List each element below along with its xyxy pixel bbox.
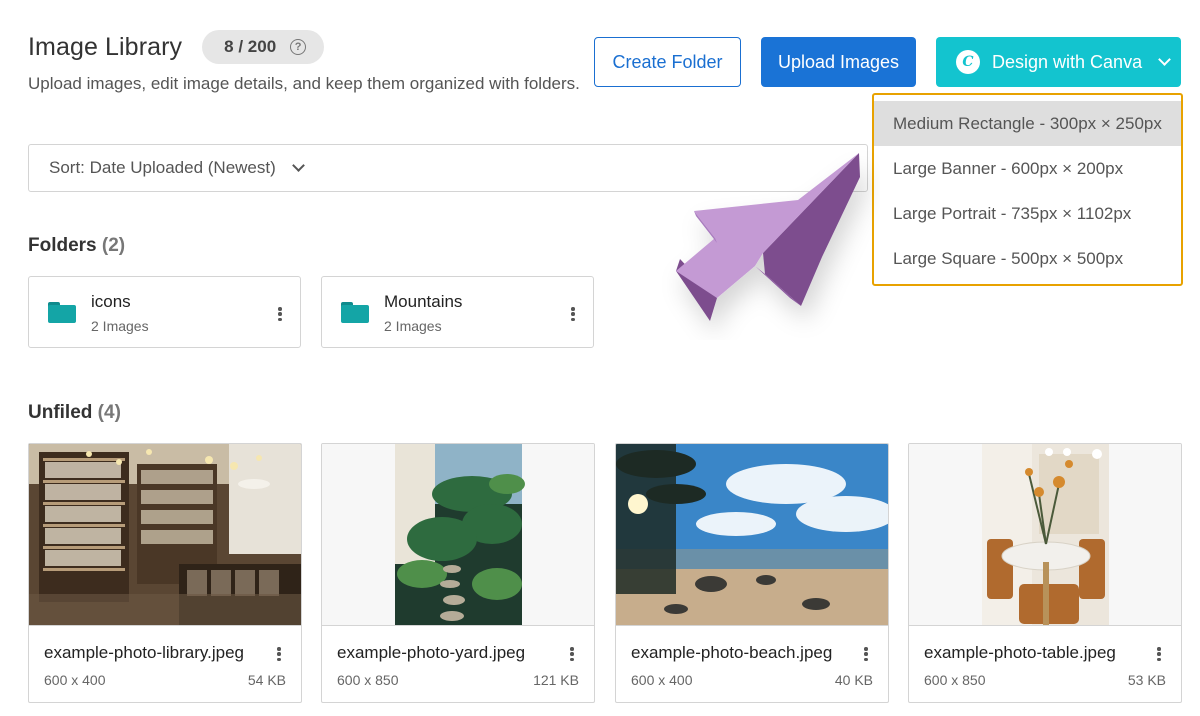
image-card[interactable]: example-photo-yard.jpeg 600 x 850 121 KB xyxy=(321,443,595,703)
image-dimensions: 600 x 850 xyxy=(337,672,399,688)
chevron-down-icon xyxy=(291,159,305,172)
image-filesize: 54 KB xyxy=(247,672,286,688)
image-card[interactable]: example-photo-beach.jpeg 600 x 400 40 KB xyxy=(615,443,889,703)
create-folder-button[interactable]: Create Folder xyxy=(594,37,741,87)
design-with-canva-button[interactable]: C Design with Canva xyxy=(936,37,1181,87)
folder-image-count: 2 Images xyxy=(91,318,149,334)
more-options-icon[interactable] xyxy=(566,645,578,663)
page-subtitle: Upload images, edit image details, and k… xyxy=(28,74,580,93)
image-count-text: 8 / 200 xyxy=(224,37,277,56)
image-card[interactable]: example-photo-table.jpeg 600 x 850 53 KB xyxy=(908,443,1182,703)
menu-item-medium-rectangle[interactable]: Medium Rectangle - 300px × 250px xyxy=(874,101,1181,146)
page-title: Image Library xyxy=(28,32,183,61)
image-filesize: 53 KB xyxy=(1127,672,1166,688)
image-thumbnail[interactable] xyxy=(909,444,1181,626)
folder-icon xyxy=(48,302,76,323)
image-thumbnail[interactable] xyxy=(29,444,301,626)
page-header: Image Library 8 / 200 ? Upload images, e… xyxy=(28,30,580,94)
image-thumbnail[interactable] xyxy=(322,444,594,626)
image-dimensions: 600 x 850 xyxy=(924,672,986,688)
table-photo xyxy=(909,444,1181,625)
image-thumbnail[interactable] xyxy=(616,444,888,626)
more-options-icon[interactable] xyxy=(273,645,285,663)
folder-icon xyxy=(341,302,369,323)
menu-item-large-banner[interactable]: Large Banner - 600px × 200px xyxy=(874,146,1181,191)
pointer-arrow-icon xyxy=(676,153,860,321)
canva-logo-icon: C xyxy=(956,50,980,74)
title-row: Image Library 8 / 200 ? xyxy=(28,30,580,64)
yard-photo xyxy=(322,444,594,625)
folders-heading: Folders (2) xyxy=(28,235,125,257)
folder-card-icons[interactable]: icons 2 Images xyxy=(28,276,301,348)
image-filename: example-photo-library.jpeg xyxy=(44,643,245,662)
image-filesize: 121 KB xyxy=(533,672,579,688)
unfiled-heading: Unfiled (4) xyxy=(28,402,121,424)
folder-card-mountains[interactable]: Mountains 2 Images xyxy=(321,276,594,348)
sort-label: Sort: Date Uploaded (Newest) xyxy=(49,158,276,177)
menu-item-large-square[interactable]: Large Square - 500px × 500px xyxy=(874,236,1181,281)
image-card[interactable]: example-photo-library.jpeg 600 x 400 54 … xyxy=(28,443,302,703)
image-dimensions: 600 x 400 xyxy=(631,672,693,688)
beach-photo xyxy=(616,444,888,625)
menu-item-large-portrait[interactable]: Large Portrait - 735px × 1102px xyxy=(874,191,1181,236)
folders-count: (2) xyxy=(101,235,126,256)
image-filename: example-photo-yard.jpeg xyxy=(337,643,526,662)
help-icon[interactable]: ? xyxy=(290,39,307,55)
library-photo xyxy=(29,444,301,625)
more-options-icon[interactable] xyxy=(567,305,579,323)
chevron-down-icon xyxy=(1158,53,1171,66)
image-filename: example-photo-table.jpeg xyxy=(924,643,1116,662)
folder-image-count: 2 Images xyxy=(384,318,442,334)
more-options-icon[interactable] xyxy=(860,645,872,663)
more-options-icon[interactable] xyxy=(274,305,286,323)
unfiled-count: (4) xyxy=(97,402,121,423)
unfiled-heading-text: Unfiled xyxy=(28,402,93,423)
image-count-badge: 8 / 200 ? xyxy=(202,30,325,64)
image-filesize: 40 KB xyxy=(834,672,873,688)
folders-heading-text: Folders xyxy=(28,235,97,256)
canva-size-menu: Medium Rectangle - 300px × 250px Large B… xyxy=(872,93,1183,286)
more-options-icon[interactable] xyxy=(1153,645,1165,663)
image-dimensions: 600 x 400 xyxy=(44,672,106,688)
folder-name: Mountains xyxy=(384,292,463,311)
design-with-canva-label: Design with Canva xyxy=(992,51,1143,72)
image-filename: example-photo-beach.jpeg xyxy=(631,643,833,662)
folder-name: icons xyxy=(91,292,131,311)
upload-images-button[interactable]: Upload Images xyxy=(761,37,916,87)
